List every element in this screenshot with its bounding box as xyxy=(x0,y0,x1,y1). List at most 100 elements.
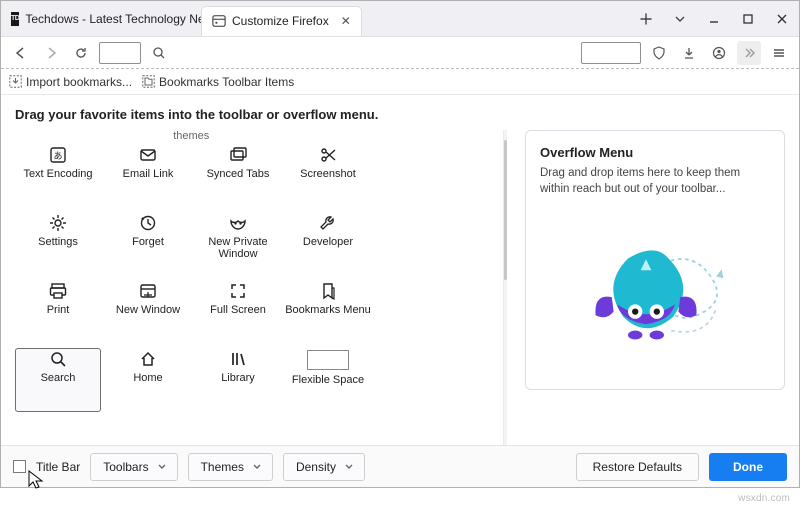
bookmarks-toolbar-label: Bookmarks Toolbar Items xyxy=(159,75,294,89)
window-close-button[interactable] xyxy=(765,4,799,34)
chevron-down-icon xyxy=(252,462,262,472)
tab-techdows[interactable]: TD Techdows - Latest Technology News ✕ xyxy=(1,4,201,34)
overflow-desc: Drag and drop items here to keep them wi… xyxy=(540,166,770,197)
palette-header-row: themes xyxy=(15,130,485,142)
customize-content: Drag your favorite items into the toolba… xyxy=(1,95,799,445)
search-icon[interactable] xyxy=(147,41,171,65)
themes-hint: themes xyxy=(133,130,251,142)
done-button[interactable]: Done xyxy=(709,453,787,481)
density-label: Density xyxy=(296,460,336,474)
scissors-icon xyxy=(319,146,337,164)
palette-item-label: Forget xyxy=(132,236,164,248)
palette-item-label: Search xyxy=(41,372,76,384)
content-body: themes Text Encoding Email Link Synced Tab… xyxy=(15,130,785,445)
new-tab-button[interactable] xyxy=(629,4,663,34)
palette-item-label: Developer xyxy=(303,236,353,248)
themes-label: Themes xyxy=(201,460,244,474)
firefox-window: TD Techdows - Latest Technology News ✕ C… xyxy=(0,0,800,488)
bookmarks-toolbar: Import bookmarks... Bookmarks Toolbar It… xyxy=(1,69,799,95)
tab-customize[interactable]: Customize Firefox ✕ xyxy=(201,6,362,36)
palette-item-bookmarks-menu[interactable]: Bookmarks Menu xyxy=(285,280,371,344)
nav-toolbar xyxy=(1,37,799,69)
palette-item-screenshot[interactable]: Screenshot xyxy=(285,144,371,208)
downloads-icon[interactable] xyxy=(677,41,701,65)
gear-icon xyxy=(49,214,67,232)
tab-label: Techdows - Latest Technology News xyxy=(25,12,201,26)
restore-defaults-label: Restore Defaults xyxy=(593,460,682,474)
palette-item-label: Synced Tabs xyxy=(207,168,270,180)
titlebar-checkbox[interactable] xyxy=(13,460,26,473)
mask-icon xyxy=(229,214,247,232)
palette-item-synced-tabs[interactable]: Synced Tabs xyxy=(195,144,281,208)
window-maximize-button[interactable] xyxy=(731,4,765,34)
forward-button[interactable] xyxy=(39,41,63,65)
window-minimize-button[interactable] xyxy=(697,4,731,34)
palette-item-print[interactable]: Print xyxy=(15,280,101,344)
bookmarks-toolbar-folder[interactable]: Bookmarks Toolbar Items xyxy=(142,75,294,89)
titlebar-label: Title Bar xyxy=(36,460,80,474)
palette-item-label: Bookmarks Menu xyxy=(285,304,371,316)
palette-item-label: New Private Window xyxy=(195,236,281,260)
palette-item-forget[interactable]: Forget xyxy=(105,212,191,276)
chevron-down-icon xyxy=(157,462,167,472)
library-icon xyxy=(229,350,247,368)
wrench-icon xyxy=(319,214,337,232)
toolbar-slot[interactable] xyxy=(581,42,641,64)
shield-icon[interactable] xyxy=(647,41,671,65)
themes-dropdown[interactable]: Themes xyxy=(188,453,273,481)
favicon-techdows: TD xyxy=(11,12,19,26)
list-all-tabs-button[interactable] xyxy=(663,4,697,34)
bookmarks-icon xyxy=(319,282,337,300)
window-icon xyxy=(139,282,157,300)
palette-item-label: Print xyxy=(47,304,70,316)
palette-item-label: Screenshot xyxy=(300,168,356,180)
palette-scrollbar-thumb[interactable] xyxy=(504,140,507,280)
palette-item-new-private-window[interactable]: New Private Window xyxy=(195,212,281,276)
reload-button[interactable] xyxy=(69,41,93,65)
palette-item-home[interactable]: Home xyxy=(105,348,191,412)
palette-item-label: Home xyxy=(133,372,162,384)
app-menu-button[interactable] xyxy=(767,41,791,65)
item-palette[interactable]: Text Encoding Email Link Synced Tabs Screen… xyxy=(15,144,485,412)
palette-item-library[interactable]: Library xyxy=(195,348,281,412)
instruction-text: Drag your favorite items into the toolba… xyxy=(15,107,785,122)
palette-item-search[interactable]: Search xyxy=(15,348,101,412)
tab-label: Customize Firefox xyxy=(232,14,329,28)
account-icon[interactable] xyxy=(707,41,731,65)
fullscreen-icon xyxy=(229,282,247,300)
palette-scrollbar-track[interactable] xyxy=(503,130,507,445)
restore-defaults-button[interactable]: Restore Defaults xyxy=(576,453,699,481)
toolbars-label: Toolbars xyxy=(103,460,148,474)
palette-item-developer[interactable]: Developer xyxy=(285,212,371,276)
palette-item-flexible-space[interactable]: Flexible Space xyxy=(285,348,371,412)
tab-strip: TD Techdows - Latest Technology News ✕ C… xyxy=(1,1,799,37)
print-icon xyxy=(49,282,67,300)
search-icon xyxy=(49,350,67,368)
url-input[interactable] xyxy=(99,42,141,64)
palette-item-full-screen[interactable]: Full Screen xyxy=(195,280,281,344)
close-icon[interactable]: ✕ xyxy=(341,14,351,28)
done-label: Done xyxy=(733,460,763,474)
palette-item-email-link[interactable]: Email Link xyxy=(105,144,191,208)
palette-item-label: Email Link xyxy=(123,168,174,180)
palette-item-new-window[interactable]: New Window xyxy=(105,280,191,344)
home-icon xyxy=(139,350,157,368)
toolbars-dropdown[interactable]: Toolbars xyxy=(90,453,177,481)
palette-item-label: Library xyxy=(221,372,255,384)
overflow-chevron-button[interactable] xyxy=(737,41,761,65)
palette-item-label: Text Encoding xyxy=(23,168,92,180)
palette-item-text-encoding[interactable]: Text Encoding xyxy=(15,144,101,208)
density-dropdown[interactable]: Density xyxy=(283,453,365,481)
palette-item-label: New Window xyxy=(116,304,180,316)
import-bookmarks-button[interactable]: Import bookmarks... xyxy=(9,75,132,89)
import-bookmarks-label: Import bookmarks... xyxy=(26,75,132,89)
palette-item-settings[interactable]: Settings xyxy=(15,212,101,276)
flexible-space-icon xyxy=(307,350,349,370)
watermark: wsxdn.com xyxy=(738,493,790,504)
overflow-panel[interactable]: Overflow Menu Drag and drop items here t… xyxy=(525,130,785,390)
overflow-illustration xyxy=(540,203,770,377)
palette-item-label: Full Screen xyxy=(210,304,266,316)
encoding-icon xyxy=(49,146,67,164)
back-button[interactable] xyxy=(9,41,33,65)
forget-icon xyxy=(139,214,157,232)
